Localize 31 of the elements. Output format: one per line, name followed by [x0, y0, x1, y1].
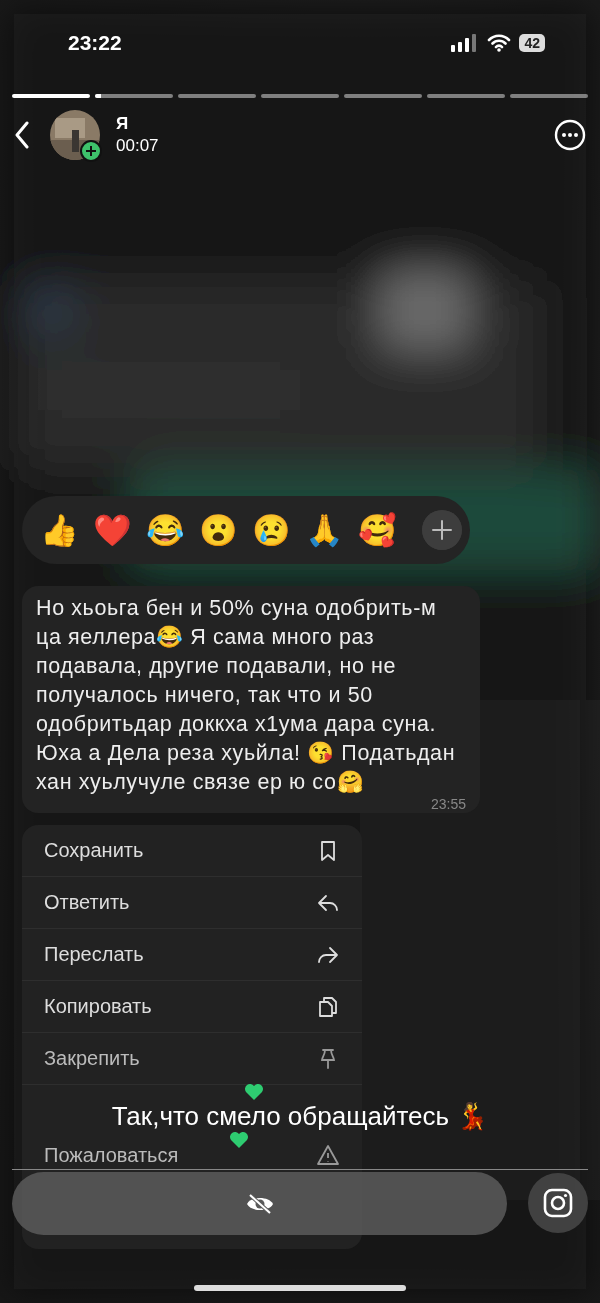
reaction-emoji[interactable]: 🥰 — [358, 514, 397, 546]
camera-icon — [543, 1188, 573, 1218]
wifi-icon — [487, 34, 512, 52]
heart-icon — [244, 1083, 264, 1101]
message-time: 23:55 — [430, 797, 466, 811]
reaction-emoji[interactable]: 😮 — [199, 514, 238, 546]
more-icon[interactable] — [554, 119, 586, 151]
reaction-emoji[interactable]: 😂 — [146, 514, 185, 546]
menu-item[interactable]: Закрепить — [22, 1033, 362, 1085]
menu-item[interactable]: Копировать — [22, 981, 362, 1033]
message-text: Но хьоьга бен и 50% суна одобрить-м ца яеллера😂 Я сама много раз подавала, другие подавали, но не получалось ничего, так что и 50 одобритьдар доккха х1ума дара суна. Юха а Дела реза хуьйла! 😘 Податьдан хан хуьлучуле связе ер ю со🤗 — [36, 595, 457, 796]
story-caption: Так,что смело обращайтесь 💃 — [111, 1101, 489, 1131]
reply-field[interactable] — [12, 1172, 507, 1235]
story-time: 00:07 — [116, 136, 160, 156]
menu-item[interactable]: Переслать — [22, 929, 362, 981]
menu-item[interactable]: Ответить — [22, 877, 362, 929]
menu-item[interactable]: Сохранить — [22, 825, 362, 877]
warning-icon — [316, 1143, 340, 1167]
copy-icon — [316, 994, 340, 1019]
battery-level: 42 — [519, 34, 545, 52]
reaction-emoji[interactable]: ❤ — [93, 514, 132, 546]
status-time: 23:22 — [68, 31, 122, 55]
hidden-eye-icon — [244, 1191, 275, 1216]
menu-item[interactable]: Пожаловаться — [22, 1145, 362, 1165]
reaction-emoji[interactable]: 👍 — [40, 514, 79, 546]
reaction-emoji[interactable]: 😢 — [252, 514, 291, 546]
heart-icon — [229, 1131, 249, 1149]
reaction-emoji[interactable]: 🙏 — [305, 514, 344, 546]
back-icon[interactable] — [14, 121, 30, 149]
add-icon[interactable] — [80, 140, 102, 162]
profile-name: Я — [116, 114, 130, 134]
